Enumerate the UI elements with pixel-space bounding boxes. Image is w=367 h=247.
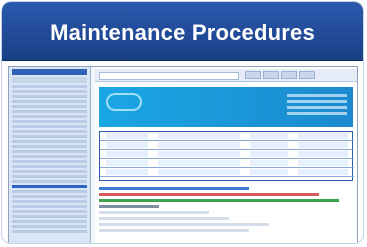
page-title: Maintenance Procedures (50, 20, 315, 45)
table-row (100, 132, 354, 141)
procedure-body (99, 187, 353, 242)
tree-row (12, 85, 87, 88)
text-line (99, 217, 229, 220)
toolbar-button (281, 71, 297, 79)
text-line (99, 229, 249, 232)
tree-row (12, 105, 87, 108)
tree-row (12, 180, 87, 183)
text-line (99, 205, 159, 208)
table-cell (158, 142, 240, 148)
tree-row (12, 160, 87, 163)
tree-row (12, 175, 87, 178)
header-line (287, 112, 347, 115)
table-cell (298, 133, 348, 139)
navigation-pane (9, 67, 91, 243)
header-details (287, 94, 347, 118)
table-cell (106, 133, 148, 139)
table-cell (106, 160, 148, 166)
table-cell (158, 169, 240, 175)
software-preview (8, 66, 358, 243)
table-cell (250, 169, 288, 175)
table-cell (106, 151, 148, 157)
navigation-pane-header (12, 69, 87, 75)
table-row (100, 150, 354, 159)
tree-row (12, 125, 87, 128)
table-cell (298, 151, 348, 157)
company-logo (106, 93, 142, 111)
tree-row (12, 230, 87, 233)
tree-row (12, 210, 87, 213)
table-row (100, 168, 354, 177)
text-line (99, 187, 249, 190)
tree-row (12, 90, 87, 93)
title-banner: Maintenance Procedures (2, 2, 363, 61)
warning-line (99, 193, 319, 196)
text-line (99, 199, 339, 202)
table-cell (298, 142, 348, 148)
selected-tree-row (12, 185, 87, 188)
toolbar-button (245, 71, 261, 79)
table-cell (158, 133, 240, 139)
tree-row (12, 190, 87, 193)
tree-row (12, 215, 87, 218)
tree-row (12, 155, 87, 158)
table-cell (250, 142, 288, 148)
tree-row (12, 165, 87, 168)
table-cell (158, 160, 240, 166)
document-toolbar (95, 69, 357, 82)
header-line (287, 106, 347, 109)
tree-row (12, 130, 87, 133)
document-pane (95, 67, 357, 243)
text-line (99, 211, 209, 214)
tree-row (12, 115, 87, 118)
navigation-pane-toolbar (12, 77, 87, 83)
text-line (99, 223, 269, 226)
tree-row (12, 135, 87, 138)
tree-row (12, 220, 87, 223)
tree-row (12, 95, 87, 98)
promo-card: Maintenance Procedures (1, 1, 364, 244)
table-row (100, 159, 354, 168)
procedure-table (99, 131, 354, 181)
tree-row (12, 120, 87, 123)
document-header (99, 87, 353, 127)
tree-row (12, 225, 87, 228)
tree-row (12, 205, 87, 208)
tree-row (12, 110, 87, 113)
tree-row (12, 200, 87, 203)
tree-row (12, 195, 87, 198)
table-row (100, 141, 354, 150)
tree-row (12, 150, 87, 153)
tree-row (12, 170, 87, 173)
procedure-tree (12, 85, 87, 239)
header-line (287, 94, 347, 97)
table-cell (298, 160, 348, 166)
document-title-field (99, 72, 239, 80)
table-cell (250, 151, 288, 157)
table-cell (106, 169, 148, 175)
tree-row (12, 145, 87, 148)
table-cell (106, 142, 148, 148)
table-cell (250, 133, 288, 139)
toolbar-button (263, 71, 279, 79)
header-line (287, 100, 347, 103)
tree-row (12, 140, 87, 143)
toolbar-button (299, 71, 315, 79)
table-cell (250, 160, 288, 166)
table-cell (298, 169, 348, 175)
tree-row (12, 100, 87, 103)
table-cell (158, 151, 240, 157)
